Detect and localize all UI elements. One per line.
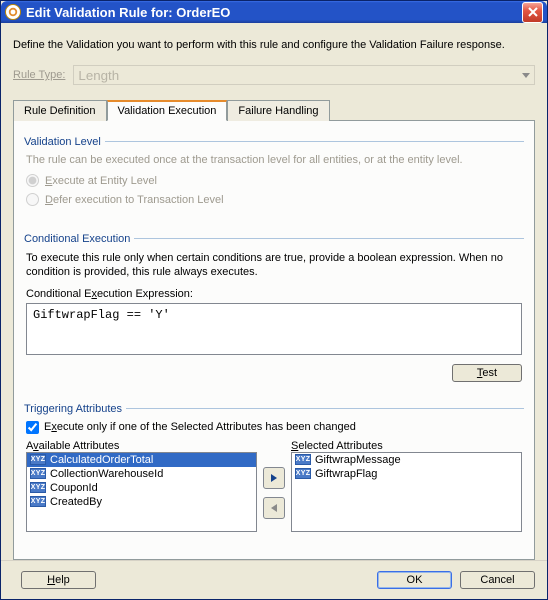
validation-level-title: Validation Level [24,136,105,148]
rule-type-select: Length [73,65,535,85]
attribute-icon: XYZ [295,454,311,465]
list-item[interactable]: XYZCalculatedOrderTotal [27,453,256,467]
list-item[interactable]: XYZCollectionWarehouseId [27,467,256,481]
list-item[interactable]: XYZGiftwrapMessage [292,453,521,467]
radio-entity-level [26,174,39,187]
conditional-execution-title: Conditional Execution [24,233,134,245]
available-attributes-label: Available Attributes [26,440,257,452]
tab-failure-handling[interactable]: Failure Handling [227,100,329,121]
radio-transaction-level [26,193,39,206]
titlebar: Edit Validation Rule for: OrderEO [1,1,547,23]
attribute-icon: XYZ [30,468,46,479]
radio-transaction-level-label: Defer execution to Transaction Level [45,194,224,206]
dialog-description: Define the Validation you want to perfor… [13,39,535,51]
cancel-button[interactable]: Cancel [460,571,535,589]
list-item[interactable]: XYZGiftwrapFlag [292,467,521,481]
attribute-icon: XYZ [30,482,46,493]
ok-button[interactable]: OK [377,571,452,589]
selected-attributes-label: Selected Attributes [291,440,522,452]
remove-attribute-button[interactable] [263,497,285,519]
trigger-only-checkbox[interactable] [26,421,39,434]
add-attribute-button[interactable] [263,467,285,489]
close-button[interactable] [522,2,543,23]
window-title: Edit Validation Rule for: OrderEO [26,5,522,20]
attribute-icon: XYZ [30,496,46,507]
tab-rule-definition[interactable]: Rule Definition [13,100,107,121]
list-item[interactable]: XYZCouponId [27,481,256,495]
expression-label: Conditional Execution Expression: [26,288,522,300]
app-icon [5,4,21,20]
attribute-icon: XYZ [295,468,311,479]
test-button[interactable]: Test [452,364,522,382]
triggering-attributes-title: Triggering Attributes [24,403,126,415]
expression-input[interactable]: GiftwrapFlag == 'Y' [26,303,522,355]
conditional-execution-desc: To execute this rule only when certain c… [26,251,522,280]
tab-validation-execution[interactable]: Validation Execution [107,100,228,121]
selected-attributes-list[interactable]: XYZGiftwrapMessage XYZGiftwrapFlag [291,452,522,532]
rule-type-label: Rule Type: [13,69,65,81]
tab-panel-validation-execution: Validation Level The rule can be execute… [13,120,535,560]
available-attributes-list[interactable]: XYZCalculatedOrderTotal XYZCollectionWar… [26,452,257,532]
attribute-icon: XYZ [30,454,46,465]
radio-entity-level-label: Execute at Entity Level [45,175,157,187]
trigger-only-label: Execute only if one of the Selected Attr… [44,421,356,433]
list-item[interactable]: XYZCreatedBy [27,495,256,509]
validation-level-desc: The rule can be executed once at the tra… [26,154,522,166]
help-button[interactable]: Help [21,571,96,589]
